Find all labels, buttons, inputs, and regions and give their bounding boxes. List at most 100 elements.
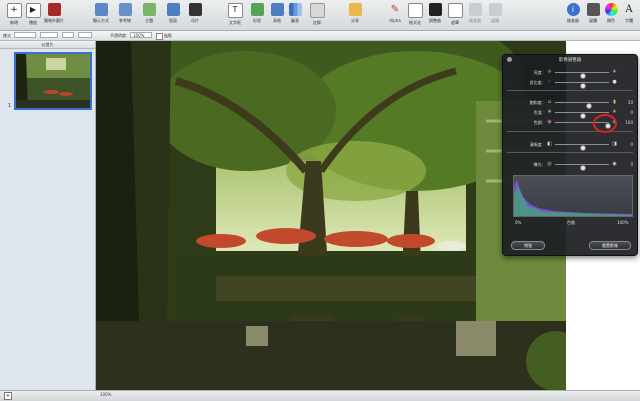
chart-icon: [288, 3, 302, 16]
comment-button[interactable]: 註解: [306, 2, 328, 28]
navigator-header: 幻燈片: [0, 41, 95, 49]
share-icon: [348, 3, 362, 16]
temperature-slider[interactable]: [555, 112, 609, 119]
guides-icon: [118, 3, 132, 16]
adjust-icon: [428, 3, 442, 16]
shadow-checkbox[interactable]: [156, 33, 163, 40]
table-icon: [270, 3, 284, 16]
chart-button[interactable]: 圖表: [284, 2, 306, 28]
info-icon: i: [566, 3, 580, 16]
view-button[interactable]: 顯示方式: [90, 2, 112, 28]
inspector-icon: [468, 3, 482, 16]
saturation-row: 飽和度: ▫ ▮ 50: [509, 99, 633, 109]
sun-large-icon: ☀: [612, 69, 617, 75]
thumbnail-image: [16, 54, 90, 108]
media-disabled-button[interactable]: 媒體: [484, 2, 506, 28]
theme-chooser-button[interactable]: 簡報外觀片: [42, 2, 66, 28]
contrast-slider[interactable]: [555, 82, 609, 89]
media-icon: [488, 3, 502, 16]
fonts-button[interactable]: A 字體: [618, 2, 640, 28]
themes-button[interactable]: 主題: [138, 2, 160, 28]
exposure-high-icon: ◉: [612, 161, 617, 167]
theme2-icon: [142, 3, 156, 16]
comment-icon: [309, 3, 325, 18]
brightness-slider[interactable]: [555, 72, 609, 79]
slide-navigator: 幻燈片 1: [0, 41, 96, 390]
levels-mid-label: 色階: [567, 220, 575, 225]
park-photo[interactable]: [96, 41, 566, 390]
fonts-icon: A: [625, 4, 633, 15]
shapes-button[interactable]: 形狀: [246, 2, 268, 28]
panel-title: 影像調整器: [558, 58, 582, 63]
shadow-label: 陰影: [164, 33, 172, 38]
textbox-icon: T: [227, 3, 243, 18]
stroke-select[interactable]: [40, 32, 58, 38]
saturation-low-icon: ▫: [547, 99, 552, 105]
saturation-high-icon: ▮: [613, 99, 616, 105]
exposure-knob[interactable]: [580, 165, 586, 171]
textbox-button[interactable]: T 文字框: [224, 2, 246, 28]
masters-icon: [188, 3, 202, 16]
exposure-slider[interactable]: [555, 164, 609, 171]
shapes-icon: [250, 3, 264, 16]
share-button[interactable]: 分享: [344, 2, 366, 28]
play-button[interactable]: ▶ 播放: [22, 2, 44, 28]
sun-small-icon: ☼: [547, 69, 552, 75]
sharpness-row: 清晰度: ◧ ◨ 0: [509, 141, 633, 151]
exposure-low-icon: ◎: [547, 161, 552, 167]
highlight-circle: [593, 114, 617, 133]
levels-right-label: 100%: [617, 220, 629, 225]
format-button[interactable]: 格式化: [404, 2, 426, 28]
levels-histogram[interactable]: [513, 175, 633, 217]
mask-icon: [447, 3, 463, 18]
contrast-row: 對比度: ◦ ●: [509, 79, 633, 89]
adjust-image-button[interactable]: 調整器: [424, 2, 446, 28]
opacity-field[interactable]: 100%: [130, 32, 152, 38]
stroke-width-field[interactable]: [62, 32, 74, 38]
reset-image-button[interactable]: 重置影像: [589, 241, 631, 250]
toolbar: + 新增 ▶ 播放 簡報外觀片 顯示方式 參考線 主題 版面 母片 T 文字框 …: [0, 0, 640, 31]
view-icon: [94, 3, 108, 16]
alpha-button[interactable]: ✎ Alpha: [384, 2, 406, 28]
contrast-low-icon: ◦: [548, 79, 551, 85]
divider: [507, 90, 633, 91]
opacity-label: 不透明度:: [110, 33, 128, 38]
adjust-image-panel: 影像調整器 亮度: ☼ ☀ 對比度: ◦ ● 飽和度: ▫ ▮ 50 色溫: ✳…: [502, 54, 638, 256]
style-select[interactable]: [14, 32, 36, 38]
levels-left-label: 0%: [515, 220, 522, 225]
brightness-row: 亮度: ☼ ☀: [509, 69, 633, 79]
exposure-row: 曝光: ◎ ◉ 0: [509, 161, 633, 171]
plus-icon: +: [6, 3, 22, 18]
sharpness-high-icon: ◨: [612, 141, 617, 147]
histogram-graph: [514, 180, 632, 216]
temperature-row: 色溫: ✳ ☀ 0: [509, 109, 633, 119]
enhance-button[interactable]: 增強: [511, 241, 545, 250]
add-slide-icon[interactable]: +: [4, 392, 12, 400]
inspector-disabled-button[interactable]: 檢查器: [464, 2, 486, 28]
layout-icon: [166, 3, 180, 16]
media-icon: [586, 3, 600, 16]
info-inspector-button[interactable]: i 檢查器: [562, 2, 584, 28]
slide-thumbnail[interactable]: [14, 52, 92, 110]
theme-icon: [47, 3, 61, 16]
zoom-field[interactable]: 100%: [100, 392, 111, 397]
style-label: 樣式: [3, 33, 11, 38]
sharpness-slider[interactable]: [555, 144, 609, 151]
colors-icon: [604, 3, 618, 16]
snowflake-icon: ✳: [547, 109, 552, 115]
mask-button[interactable]: 遮罩: [444, 2, 466, 28]
sharpness-low-icon: ◧: [547, 141, 552, 147]
tint-magenta-icon: ◉: [547, 119, 552, 125]
status-bar: + 100%: [0, 390, 640, 401]
saturation-slider[interactable]: [555, 102, 609, 109]
slide-number: 1: [8, 103, 12, 109]
masters-button[interactable]: 母片: [184, 2, 206, 28]
contrast-knob[interactable]: [580, 83, 586, 89]
guides-button[interactable]: 參考線: [114, 2, 136, 28]
sharpness-knob[interactable]: [580, 145, 586, 151]
contrast-high-icon: ●: [612, 79, 617, 85]
play-icon: ▶: [25, 3, 41, 18]
stroke-color-well[interactable]: [78, 32, 92, 38]
divider: [507, 152, 633, 153]
layouts-button[interactable]: 版面: [162, 2, 184, 28]
